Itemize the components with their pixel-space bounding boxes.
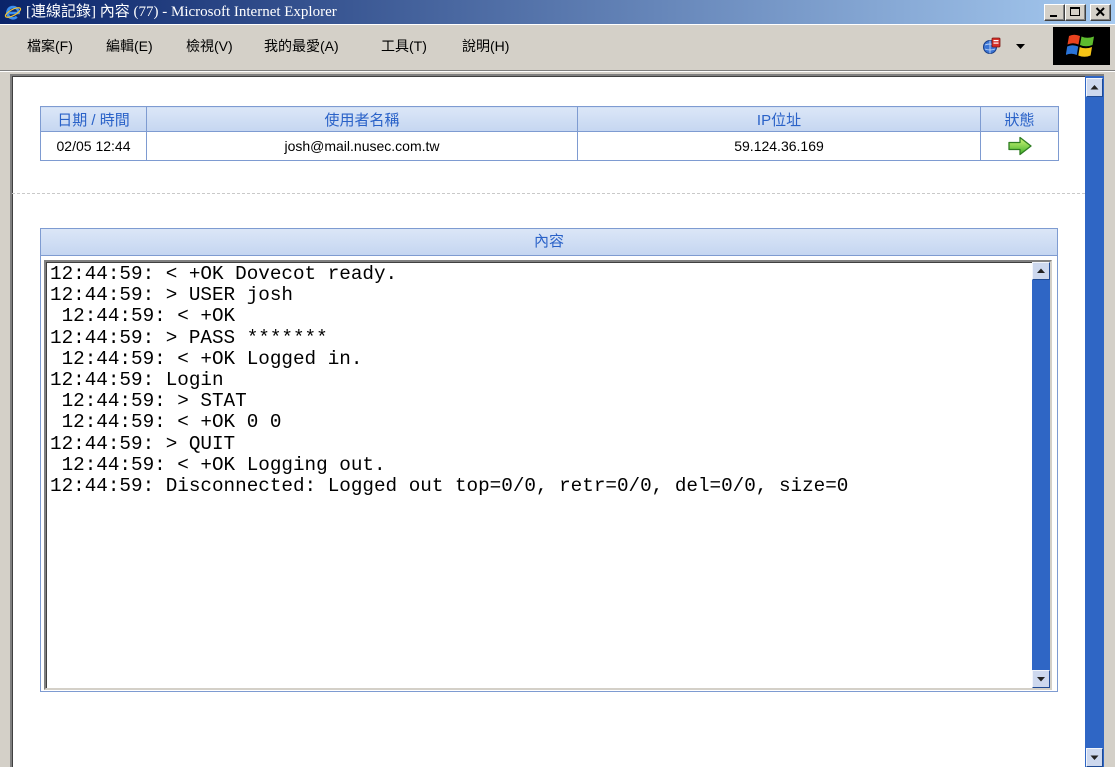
menu-help[interactable]: 說明(H) [456, 25, 515, 67]
log-line: 12:44:59: < +OK Logging out. [50, 453, 386, 476]
log-line: 12:44:59: > USER josh [50, 284, 293, 307]
column-header-username: 使用者名稱 [146, 106, 578, 132]
log-line: 12:44:59: Login [50, 369, 224, 392]
arrow-down-icon [1033, 671, 1049, 687]
page-scroll-up-button[interactable] [1086, 78, 1103, 97]
close-icon [1091, 5, 1110, 20]
dashed-divider [12, 193, 1085, 194]
menu-tools[interactable]: 工具(T) [375, 25, 433, 67]
page-scrollbar[interactable] [1085, 76, 1104, 767]
log-scroll-down-button[interactable] [1032, 670, 1050, 688]
menu-favorites[interactable]: 我的最愛(A) [258, 25, 345, 67]
page-viewport: 日期 / 時間 使用者名稱 IP位址 狀態 02/05 12:44 josh@m… [10, 74, 1104, 767]
cell-username: josh@mail.nusec.com.tw [146, 131, 578, 161]
session-table: 日期 / 時間 使用者名稱 IP位址 狀態 02/05 12:44 josh@m… [40, 106, 1059, 161]
menu-view[interactable]: 檢視(V) [180, 25, 239, 67]
log-line: 12:44:59: > PASS ******* [50, 326, 328, 349]
window-title: [連線記錄] 內容 (77) - Microsoft Internet Expl… [26, 4, 337, 20]
maximize-icon [1066, 5, 1085, 20]
content-panel-title: 內容 [41, 229, 1057, 256]
arrow-down-icon [1087, 749, 1102, 766]
log-line: 12:44:59: > STAT [50, 390, 247, 413]
internet-explorer-icon [4, 3, 22, 21]
page-scroll-down-button[interactable] [1086, 748, 1103, 767]
menu-edit[interactable]: 編輯(E) [100, 25, 159, 67]
log-line: 12:44:59: < +OK [50, 305, 236, 328]
language-tool-button[interactable] [978, 31, 1032, 63]
arrow-up-icon [1033, 263, 1049, 279]
cell-status [980, 131, 1059, 161]
minimize-button[interactable] [1044, 4, 1065, 21]
cell-datetime: 02/05 12:44 [40, 131, 147, 161]
log-text: 12:44:59: < +OK Dovecot ready. 12:44:59:… [46, 262, 1032, 688]
throbber [1053, 27, 1110, 65]
column-header-status: 狀態 [980, 106, 1059, 132]
column-header-ip: IP位址 [577, 106, 981, 132]
table-row: 02/05 12:44 josh@mail.nusec.com.tw 59.12… [40, 131, 1059, 161]
language-tool-icon [982, 36, 1002, 56]
log-scroll-up-button[interactable] [1032, 262, 1050, 280]
menu-separator [0, 70, 1115, 72]
chevron-down-icon[interactable] [1016, 44, 1025, 50]
content-panel: 內容 12:44:59: < +OK Dovecot ready. 12:44:… [40, 228, 1058, 692]
close-button[interactable] [1090, 4, 1111, 21]
log-line: 12:44:59: < +OK 0 0 [50, 411, 282, 434]
maximize-button[interactable] [1065, 4, 1086, 21]
log-scrollbar[interactable] [1032, 262, 1050, 688]
menu-file[interactable]: 檔案(F) [21, 25, 79, 67]
column-header-datetime: 日期 / 時間 [40, 106, 147, 132]
title-bar[interactable]: [連線記錄] 內容 (77) - Microsoft Internet Expl… [0, 0, 1115, 24]
table-header-row: 日期 / 時間 使用者名稱 IP位址 狀態 [40, 106, 1059, 132]
green-right-arrow-icon [1007, 136, 1033, 156]
log-line: 12:44:59: < +OK Logged in. [50, 347, 363, 370]
cell-ip: 59.124.36.169 [577, 131, 981, 161]
arrow-up-icon [1087, 79, 1102, 96]
log-line: 12:44:59: > QUIT [50, 432, 236, 455]
log-line: 12:44:59: Disconnected: Logged out top=0… [50, 475, 849, 498]
log-line: 12:44:59: < +OK Dovecot ready. [50, 263, 398, 285]
minimize-icon [1045, 5, 1064, 20]
menu-bar: 檔案(F) 編輯(E) 檢視(V) 我的最愛(A) 工具(T) 說明(H) [0, 24, 1115, 68]
log-textarea[interactable]: 12:44:59: < +OK Dovecot ready. 12:44:59:… [44, 260, 1052, 690]
windows-logo-icon [1066, 33, 1096, 59]
